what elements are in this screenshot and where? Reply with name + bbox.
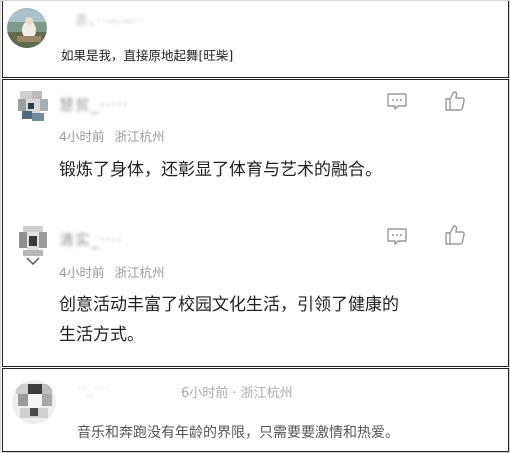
avatar[interactable] <box>12 380 56 424</box>
timestamp: 4小时前 <box>59 129 105 144</box>
avatar[interactable] <box>7 8 47 48</box>
comment-text: 音乐和奔跑没有年龄的界限，只需要要激情和热爱。 <box>77 425 399 441</box>
avatar[interactable] <box>16 89 50 123</box>
comment-meta: 4小时前 浙江杭州 <box>59 126 170 145</box>
comment-text-line: 生活方式。 <box>59 325 144 345</box>
avatar[interactable] <box>17 224 49 266</box>
comment-icon[interactable] <box>386 92 408 112</box>
username[interactable]: ··_··· <box>77 382 110 397</box>
username[interactable]: 慧贫_····· <box>59 94 128 115</box>
comment-text: 如果是我，直接原地起舞[旺柴] <box>61 48 234 63</box>
timestamp-location: 6小时前 · 浙江杭州 <box>181 386 293 401</box>
username[interactable]: 清实_···· <box>59 229 123 250</box>
thumbs-up-icon[interactable] <box>443 89 467 113</box>
comment-card: 茶、··——·· 如果是我，直接原地起舞[旺柴] <box>2 1 509 78</box>
comment-icon[interactable] <box>386 227 408 247</box>
comment-card: ··_··· 6小时前 · 浙江杭州 音乐和奔跑没有年龄的界限，只需要要激情和热… <box>2 368 509 452</box>
location: 浙江杭州 <box>114 265 165 280</box>
comment-list: 慧贫_····· 4小时前 浙江杭州 锻炼了身体，还彰显了体育与艺术的融合。 清… <box>2 79 509 367</box>
comment-meta: 4小时前 浙江杭州 <box>59 262 170 281</box>
comment-text-line: 创意活动丰富了校园文化生活，引领了健康的 <box>59 295 399 315</box>
username[interactable]: 茶、··——·· <box>61 10 145 29</box>
comment-text: 锻炼了身体，还彰显了体育与艺术的融合。 <box>59 160 382 180</box>
location: 浙江杭州 <box>114 129 165 144</box>
comment-screenshot: 茶、··——·· 如果是我，直接原地起舞[旺柴] 慧贫_····· 4小时前 浙… <box>0 0 510 453</box>
timestamp: 4小时前 <box>59 265 105 280</box>
thumbs-up-icon[interactable] <box>443 223 467 247</box>
